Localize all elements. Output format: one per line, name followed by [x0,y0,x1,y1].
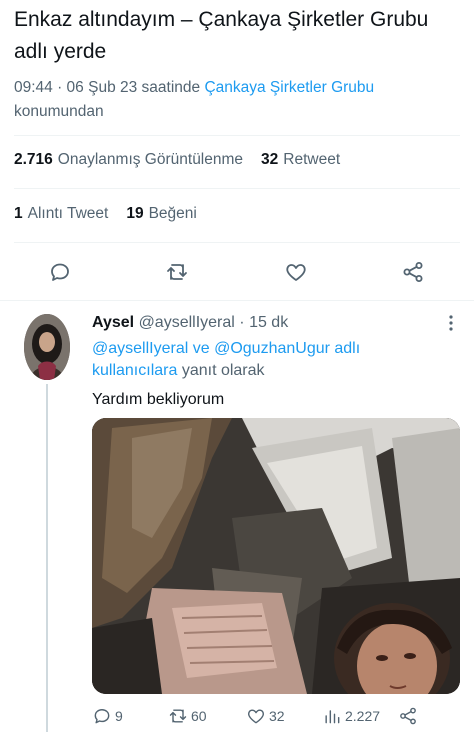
location-link[interactable]: Çankaya Şirketler Grubu [204,79,374,96]
reply-retweet-button[interactable]: 60 [168,706,207,726]
heart-icon [286,264,306,281]
views-stat[interactable]: 2.716 Onaylanmış Görüntülenme [14,151,243,169]
reply-separator: · [234,314,250,331]
reply-time[interactable]: 15 dk [249,314,288,331]
views-label: Onaylanmış Görüntülenme [57,151,244,168]
retweet-button[interactable] [164,259,190,285]
avatar[interactable] [24,314,70,380]
thread-line [46,384,48,732]
rubble-photo-image [92,418,460,694]
likes-label: Beğeni [148,205,197,222]
mention-link[interactable]: @aysellIyeral [92,340,188,357]
reply-text: Yardım bekliyorum [92,391,225,408]
quotes-label: Alıntı Tweet [27,205,109,222]
reply-icon [94,709,110,724]
share-icon [403,262,423,282]
reply-like-button[interactable]: 32 [246,706,285,726]
location-suffix: konumundan [14,103,104,120]
reply-photo[interactable] [92,418,460,694]
retweets-stat[interactable]: 32 Retweet [261,151,340,169]
reply-button[interactable] [47,259,73,285]
reply-replies-count: 9 [115,708,123,724]
reply-author-name[interactable]: Aysel [92,314,134,331]
stats-row-views: 2.716 Onaylanmış Görüntülenme 32 Retweet [14,151,358,169]
retweet-icon [167,264,187,280]
reply-icon [51,263,69,281]
share-icon [400,707,416,725]
quotes-stat[interactable]: 1 Alıntı Tweet [14,205,108,223]
reply-views-button[interactable]: 2.227 [322,706,380,726]
tweet-timestamp[interactable]: 09:44 · 06 Şub 23 saatinde [14,79,204,96]
avatar-image [24,314,70,380]
divider [14,135,460,136]
reply-header: Aysel @aysellIyeral · 15 dk [92,312,288,334]
replying-to: @aysellIyeral ve @OguzhanUgur adlı kulla… [92,338,432,382]
reply-likes-count: 32 [269,708,285,724]
reply-actions: 9 60 32 2.227 [92,704,432,732]
share-button[interactable] [400,259,426,285]
tweet-actions [0,253,474,291]
retweets-count: 32 [261,151,279,168]
reply-views-count: 2.227 [345,708,381,724]
stats-row-engagement: 1 Alıntı Tweet 19 Beğeni [14,205,215,223]
heart-icon [248,709,264,724]
tweet-text: Enkaz altındayım – Çankaya Şirketler Gru… [14,8,429,63]
replying-to-suffix: yanıt olarak [177,362,265,379]
retweets-label: Retweet [283,151,341,168]
analytics-icon [325,710,340,724]
more-dots-icon [449,315,453,331]
tweet-meta: 09:44 · 06 Şub 23 saatinde Çankaya Şirke… [14,76,464,124]
more-button[interactable] [444,313,458,333]
reply-reply-button[interactable]: 9 [92,706,123,726]
like-button[interactable] [283,259,309,285]
quotes-count: 1 [14,205,23,222]
retweet-icon [169,709,187,723]
divider [14,242,460,243]
divider [0,300,474,301]
reply-share-button[interactable] [398,706,421,726]
reply-author-handle[interactable]: @aysellIyeral [139,314,235,331]
likes-stat[interactable]: 19 Beğeni [126,205,197,223]
divider [14,188,460,189]
mention-link[interactable]: @OguzhanUgur [214,340,330,357]
views-count: 2.716 [14,151,53,168]
mention-separator: ve [188,340,215,357]
likes-count: 19 [126,205,144,222]
reply-retweets-count: 60 [191,708,207,724]
